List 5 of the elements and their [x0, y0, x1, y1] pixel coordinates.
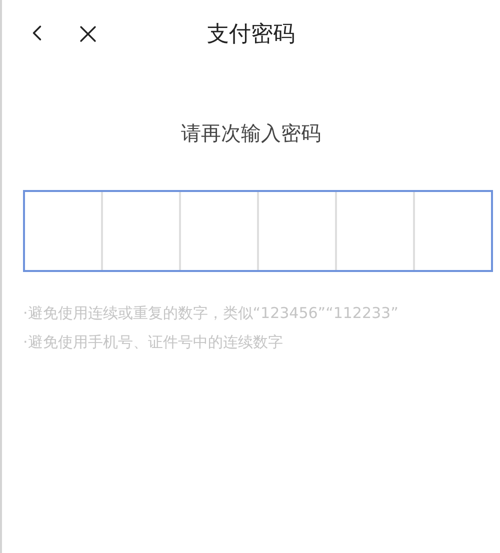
hint-text: ·避免使用连续或重复的数字，类似“123456”“112233” — [23, 303, 400, 324]
hint-text: ·避免使用手机号、证件号中的连续数字 — [23, 332, 284, 352]
prompt-text: 请再次输入密码 — [181, 120, 321, 147]
pin-input-field[interactable] — [23, 190, 493, 272]
page-title: 支付密码 — [207, 20, 295, 48]
